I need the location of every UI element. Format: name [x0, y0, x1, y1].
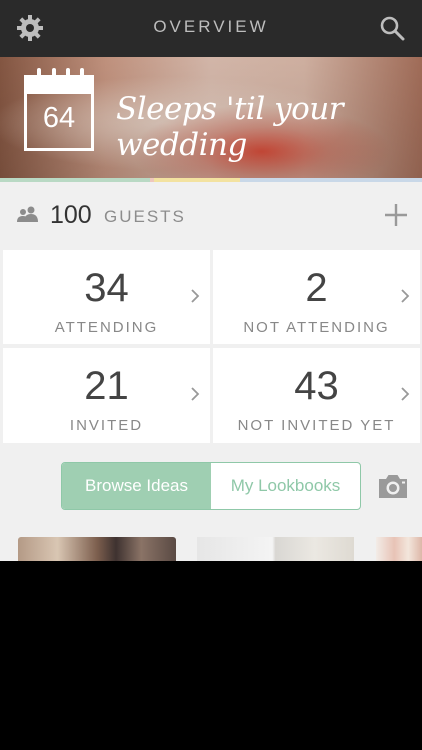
chevron-right-icon: [190, 386, 200, 407]
calendar-ring: [37, 68, 41, 82]
stat-label: INVITED: [69, 417, 144, 434]
search-icon[interactable]: [375, 11, 409, 45]
calendar-ring: [80, 68, 84, 82]
tab-browse-ideas[interactable]: Browse Ideas: [62, 463, 211, 509]
stat-tile-attending[interactable]: 34 ATTENDING: [3, 250, 210, 344]
stat-tile-not-invited-yet[interactable]: 43 NOT INVITED YET: [213, 348, 420, 443]
idea-thumbnail[interactable]: [197, 537, 354, 561]
guests-summary-bar: 100 GUESTS: [0, 182, 422, 248]
stat-value: 43: [294, 364, 339, 408]
countdown-text: Sleeps 'til your wedding: [116, 91, 344, 163]
camera-icon[interactable]: [376, 472, 410, 505]
countdown-days: 64: [42, 102, 76, 134]
people-icon: [16, 206, 40, 227]
idea-thumbnail[interactable]: [18, 537, 176, 561]
calendar-icon: 64: [24, 68, 94, 151]
page-title: OVERVIEW: [153, 17, 269, 36]
stat-value: 2: [305, 266, 328, 310]
stat-label: NOT INVITED YET: [237, 417, 396, 434]
stat-tile-invited[interactable]: 21 INVITED: [3, 348, 210, 443]
chevron-right-icon: [400, 288, 410, 309]
guest-count-label: GUESTS: [104, 207, 186, 226]
wedding-countdown-banner[interactable]: 64 Sleeps 'til your wedding: [0, 57, 422, 178]
stat-value: 21: [84, 364, 129, 408]
top-navigation-bar: OVERVIEW: [0, 0, 422, 57]
ideas-segmented-control: Browse Ideas My Lookbooks: [61, 462, 361, 510]
calendar-ring: [52, 68, 56, 82]
chevron-right-icon: [190, 288, 200, 309]
stat-value: 34: [84, 266, 129, 310]
calendar-ring: [66, 68, 70, 82]
chevron-right-icon: [400, 386, 410, 407]
plus-icon[interactable]: [384, 203, 408, 227]
tab-my-lookbooks[interactable]: My Lookbooks: [211, 463, 360, 509]
idea-thumbnail[interactable]: [376, 537, 422, 561]
stat-tile-not-attending[interactable]: 2 NOT ATTENDING: [213, 250, 420, 344]
guest-count: 100: [50, 201, 92, 229]
app-screen: OVERVIEW 64 Sleeps 'til your wedding 100…: [0, 0, 422, 561]
stat-label: NOT ATTENDING: [243, 319, 390, 336]
stat-label: ATTENDING: [54, 319, 159, 336]
